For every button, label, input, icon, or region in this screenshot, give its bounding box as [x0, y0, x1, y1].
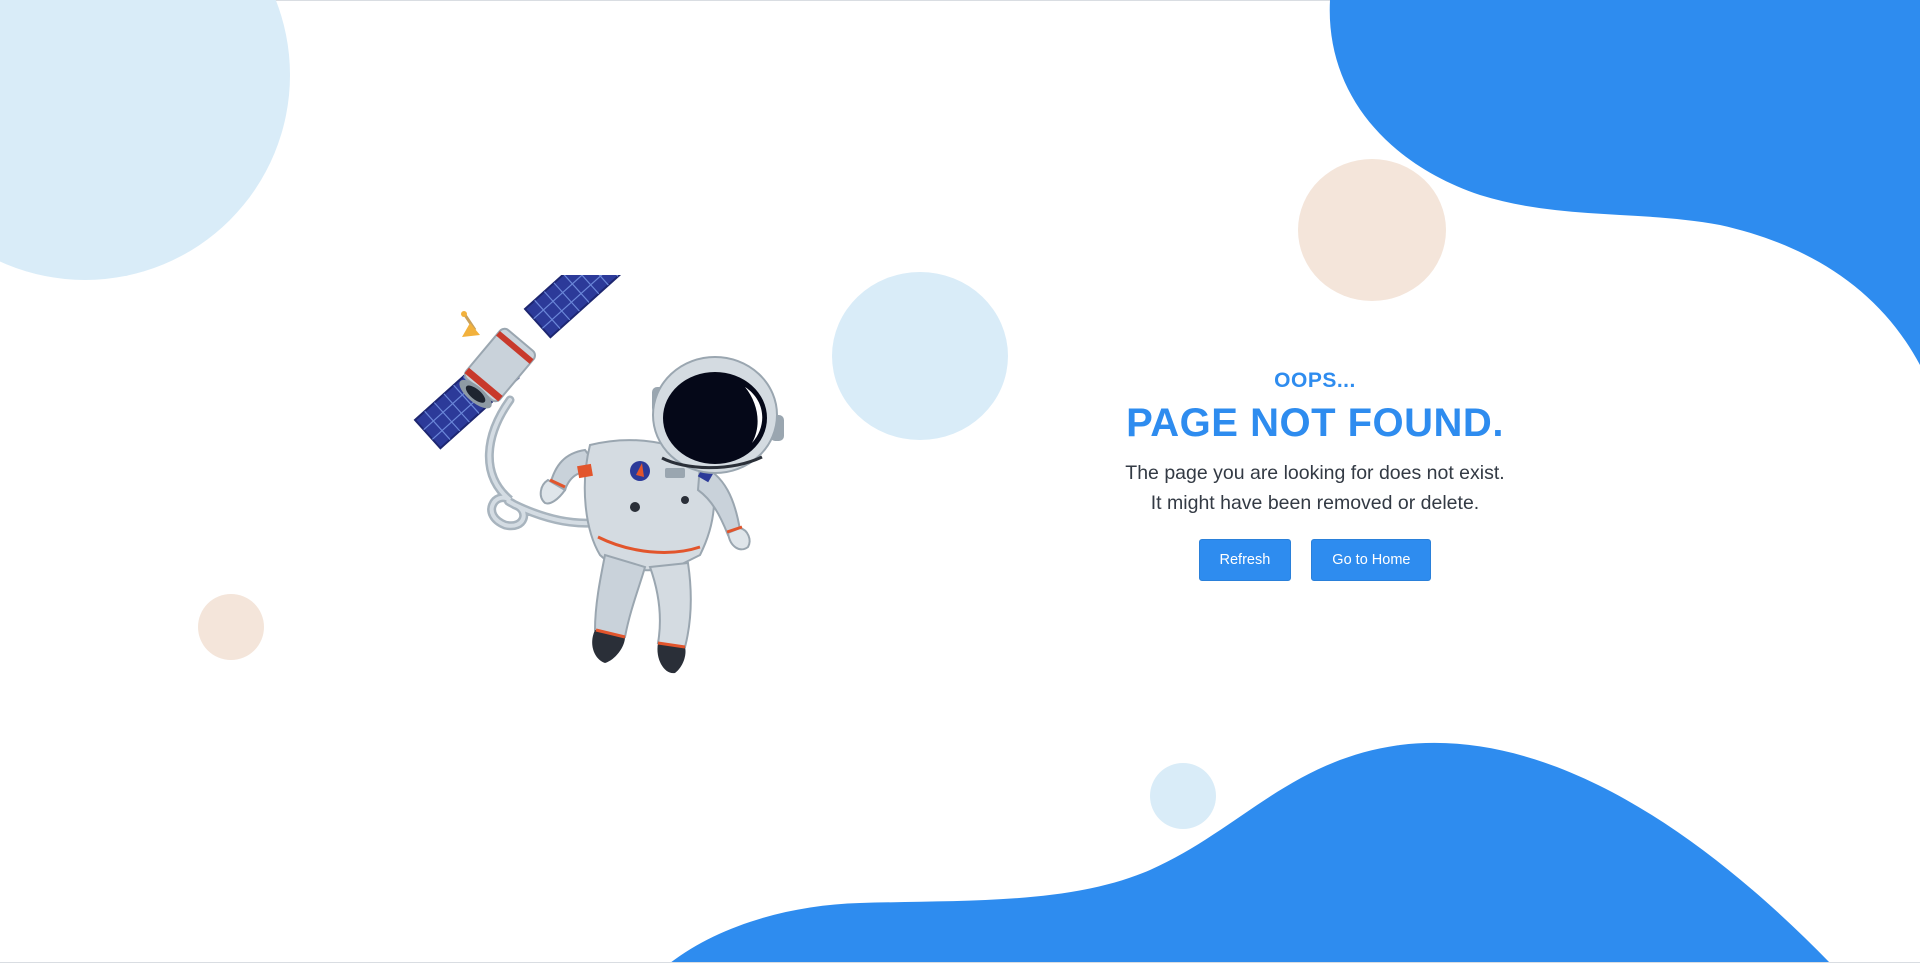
error-message-block: OOPS... PAGE NOT FOUND. The page you are… [1060, 368, 1570, 581]
astronaut-icon [539, 356, 784, 674]
refresh-button[interactable]: Refresh [1198, 539, 1292, 581]
oops-text: OOPS... [1274, 369, 1356, 392]
bubble-peach-left [198, 594, 264, 660]
bubble-center [832, 272, 1008, 440]
bubble-bottom [1150, 763, 1216, 829]
page-title: PAGE NOT FOUND. [1126, 401, 1504, 445]
action-buttons: Refresh Go to Home [1060, 539, 1570, 581]
description-line-1: The page you are looking for does not ex… [1125, 462, 1505, 484]
description-line-2: It might have been removed or delete. [1150, 492, 1480, 514]
bubble-peach-right [1298, 159, 1446, 301]
error-description: The page you are looking for does not ex… [1060, 458, 1570, 518]
background-decorations [0, 0, 1920, 963]
bubble-top-left [0, 0, 290, 280]
blob-bottom [670, 742, 1830, 963]
astronaut-illustration [413, 275, 784, 674]
satellite-icon [413, 275, 630, 450]
go-to-home-button[interactable]: Go to Home [1311, 539, 1432, 581]
helmet [652, 356, 784, 474]
error-page: OOPS... PAGE NOT FOUND. The page you are… [0, 0, 1920, 963]
